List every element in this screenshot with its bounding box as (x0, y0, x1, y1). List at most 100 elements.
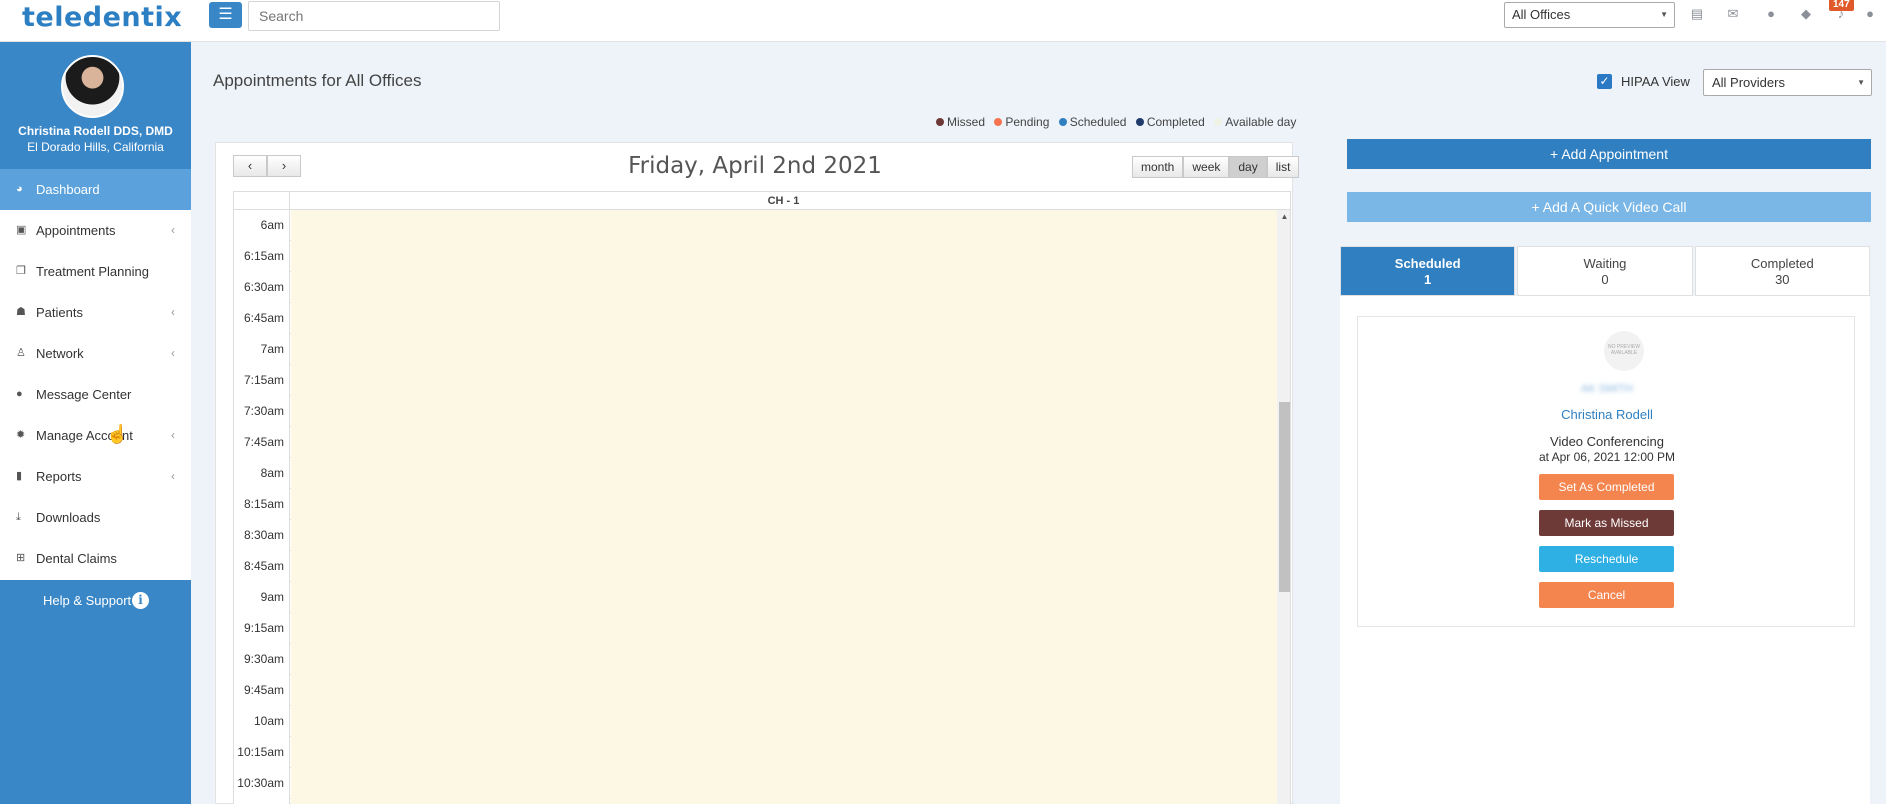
sidebar-item-network[interactable]: ♙ Network ‹ (0, 333, 191, 374)
caret-down-icon: ▼ (1857, 78, 1865, 87)
user-icon[interactable]: ● (1863, 7, 1877, 21)
comments-icon[interactable]: ◆ (1799, 7, 1813, 21)
sidebar-item-dental-claims[interactable]: ⊞ Dental Claims (0, 538, 191, 579)
scrollbar-thumb[interactable] (1279, 402, 1290, 592)
time-slot[interactable] (291, 706, 1277, 737)
time-slot[interactable] (291, 427, 1277, 458)
provider-link[interactable]: Christina Rodell (1358, 407, 1856, 422)
users-icon: ☗ (16, 306, 26, 318)
set-completed-button[interactable]: Set As Completed (1539, 474, 1674, 500)
calendar-scrollbar[interactable]: ▲ (1277, 210, 1290, 804)
time-slot[interactable] (291, 520, 1277, 551)
sidebar-item-message-center[interactable]: ● Message Center (0, 374, 191, 415)
view-day-button[interactable]: day (1229, 156, 1267, 178)
sidebar-item-appointments[interactable]: ▣ Appointments ‹ (0, 210, 191, 251)
sidebar-item-label: Downloads (36, 510, 101, 525)
time-slot[interactable] (291, 272, 1277, 303)
next-button[interactable]: › (267, 155, 301, 177)
time-label: 8:15am (234, 489, 290, 520)
time-row: 6:15am (234, 241, 1277, 272)
time-slot[interactable] (291, 365, 1277, 396)
time-slot[interactable] (291, 303, 1277, 334)
time-row: 7:15am (234, 365, 1277, 396)
time-row: 8am (234, 458, 1277, 489)
calendar-body: 6am 6:15am 6:30am 6:45am 7am 7:15am 7:30am 7:45… (234, 210, 1277, 804)
legend-dot (936, 118, 944, 126)
sidebar-nav: ◕ Dashboard ▣ Appointments ‹ ❐ Treatment… (0, 169, 191, 579)
menu-toggle-button[interactable]: ☰ (209, 2, 242, 28)
cancel-button[interactable]: Cancel (1539, 582, 1674, 608)
gear-icon: ✹ (16, 429, 26, 441)
office-select-value: All Offices (1512, 7, 1571, 22)
mail-icon[interactable]: ✉ (1726, 7, 1740, 21)
mark-missed-button[interactable]: Mark as Missed (1539, 510, 1674, 536)
notification-badge: 147 (1829, 0, 1854, 11)
hipaa-checkbox[interactable]: ✓ (1597, 74, 1612, 89)
logo[interactable]: teledentix (22, 2, 182, 33)
calendar-icon[interactable]: ▤ (1690, 7, 1704, 21)
appointment-time: at Apr 06, 2021 12:00 PM (1538, 450, 1676, 464)
avatar[interactable] (61, 55, 124, 118)
tab-count: 0 (1601, 272, 1609, 287)
provider-select[interactable]: All Providers ▼ (1703, 69, 1872, 96)
office-select[interactable]: All Offices ▼ (1504, 2, 1675, 28)
add-video-call-button[interactable]: + Add A Quick Video Call (1347, 192, 1871, 222)
tab-completed[interactable]: Completed 30 (1694, 246, 1870, 296)
tab-label: Waiting (1583, 256, 1627, 271)
prev-button[interactable]: ‹ (233, 155, 267, 177)
appointment-card: NO PREVIEW AVAILABLE AK SMITH Christina … (1357, 316, 1855, 627)
time-slot[interactable] (291, 396, 1277, 427)
chevron-left-icon: ‹ (171, 428, 175, 442)
search-input[interactable] (248, 1, 500, 31)
time-label: 7:45am (234, 427, 290, 458)
time-row: 9:45am (234, 675, 1277, 706)
time-slot[interactable] (291, 768, 1277, 799)
scroll-up-icon[interactable]: ▲ (1277, 212, 1290, 221)
hamburger-icon: ☰ (218, 6, 233, 23)
time-label: 6:45am (234, 303, 290, 334)
view-month-button[interactable]: month (1132, 156, 1184, 178)
tab-waiting[interactable]: Waiting 0 (1517, 246, 1693, 296)
time-slot[interactable] (291, 489, 1277, 520)
info-icon: i (132, 592, 149, 609)
time-slot[interactable] (291, 210, 1277, 241)
time-slot[interactable] (291, 644, 1277, 675)
sidebar-item-treatment-planning[interactable]: ❐ Treatment Planning (0, 251, 191, 292)
time-label: 6am (234, 210, 290, 241)
chat-icon[interactable]: ● (1764, 7, 1778, 21)
time-slot[interactable] (291, 675, 1277, 706)
sidebar-item-downloads[interactable]: ⤓ Downloads (0, 497, 191, 538)
tab-scheduled[interactable]: Scheduled 1 (1340, 246, 1516, 296)
help-support-label: Help & Support (43, 593, 132, 608)
sidebar-item-patients[interactable]: ☗ Patients ‹ (0, 292, 191, 333)
sidebar-item-label: Patients (36, 305, 83, 320)
time-label: 8am (234, 458, 290, 489)
help-support[interactable]: Help & Support i (0, 580, 191, 804)
view-list-button[interactable]: list (1266, 156, 1300, 178)
time-slot[interactable] (291, 241, 1277, 272)
time-label: 7am (234, 334, 290, 365)
tab-count: 30 (1775, 272, 1790, 287)
time-slot[interactable] (291, 334, 1277, 365)
time-slot[interactable] (291, 458, 1277, 489)
time-row: 8:45am (234, 551, 1277, 582)
time-slot[interactable] (291, 799, 1277, 804)
time-label: 8:30am (234, 520, 290, 551)
profile-name: Christina Rodell DDS, DMD (18, 124, 173, 138)
status-legend: Missed Pending Scheduled Completed Avail… (936, 115, 1302, 129)
time-slot[interactable] (291, 582, 1277, 613)
add-appointment-button[interactable]: + Add Appointment (1347, 139, 1871, 169)
time-row: 6:45am (234, 303, 1277, 334)
time-label: 9am (234, 582, 290, 613)
view-week-button[interactable]: week (1183, 156, 1230, 178)
time-slot[interactable] (291, 737, 1277, 768)
time-row: 10am (234, 706, 1277, 737)
time-slot[interactable] (291, 613, 1277, 644)
sidebar-item-manage-account[interactable]: ✹ Manage Account ‹ (0, 415, 191, 456)
time-slot[interactable] (291, 551, 1277, 582)
reschedule-button[interactable]: Reschedule (1539, 546, 1674, 572)
calendar-header: CH - 1 (234, 192, 1290, 210)
chevron-left-icon: ‹ (171, 223, 175, 237)
sidebar-item-reports[interactable]: ▮ Reports ‹ (0, 456, 191, 497)
sidebar-item-dashboard[interactable]: ◕ Dashboard (0, 169, 191, 210)
